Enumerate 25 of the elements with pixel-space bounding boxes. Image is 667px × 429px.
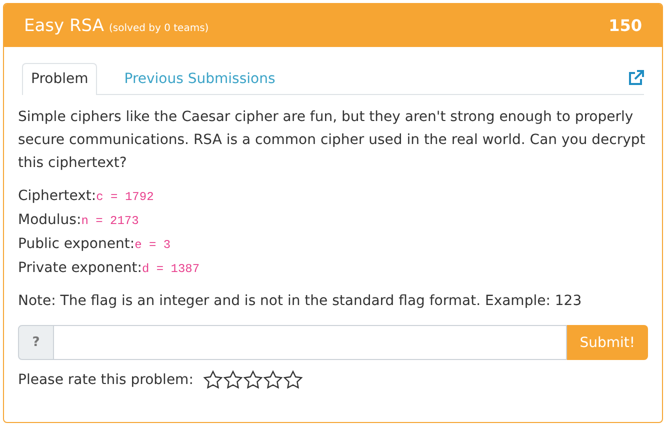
tab[interactable]: Previous Submissions <box>115 63 284 95</box>
note-text: Note: The flag is an integer and is not in the standard flag format. Example: 123 <box>18 293 583 309</box>
tab[interactable]: Problem <box>22 63 98 95</box>
parameter-label: Modulus: <box>18 212 82 228</box>
solved-count: (solved by 0 teams) <box>109 23 209 34</box>
problem-description: Simple ciphers like the Caesar cipher are fun, but they aren't strong enough to properly secure communications. RSA is a common cipher used in the real world. Can you decrypt this ciphertext? <box>18 108 646 173</box>
star-icon[interactable] <box>243 370 264 390</box>
star-icon[interactable] <box>223 370 244 390</box>
parameter-label: Public exponent: <box>18 236 135 252</box>
parameter-value: c = 1792 <box>96 190 154 204</box>
answer-field[interactable] <box>54 325 567 360</box>
input-prefix: ? <box>18 325 54 360</box>
submit-button[interactable]: Submit! <box>566 325 648 360</box>
parameter-value: n = 2173 <box>81 214 139 228</box>
rating-label: Please rate this problem: <box>18 372 194 388</box>
star-icon[interactable] <box>283 370 304 390</box>
problem-title: Easy RSA <box>24 16 104 36</box>
parameter-label: Private exponent: <box>18 260 142 276</box>
parameter-value: d = 1387 <box>142 262 200 276</box>
points: 150 <box>608 16 642 35</box>
star-icon[interactable] <box>263 370 284 390</box>
parameter-label: Ciphertext: <box>18 188 96 204</box>
parameter-value: e = 3 <box>134 238 171 252</box>
external-link-icon[interactable] <box>628 70 644 86</box>
star-icon[interactable] <box>203 370 224 390</box>
